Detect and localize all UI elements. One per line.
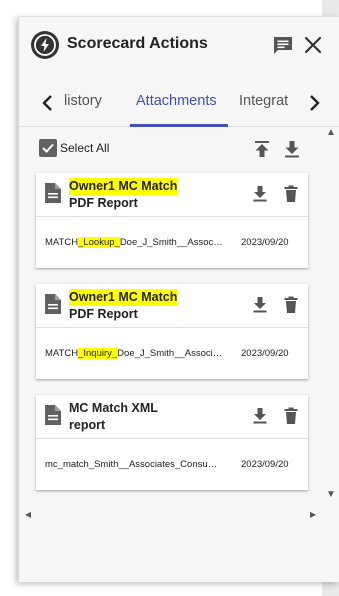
attachments-toolbar: Select All <box>19 135 339 165</box>
download-icon[interactable] <box>250 406 270 426</box>
tab-attachments-label: Attachments <box>136 93 217 109</box>
attachment-title-line1: Owner1 MC Match <box>69 178 178 195</box>
attachment-filename: MATCH_Inquiry_Doe_J_Smith__Associates_Co… <box>45 348 223 359</box>
attachment-title-line2: PDF Report <box>69 196 138 210</box>
attachment-title-line2: report <box>69 418 106 432</box>
active-tab-indicator <box>130 124 228 127</box>
filename-suffix: Doe_J_Smith__Associates_Consumer <box>117 348 223 359</box>
attachment-title-line1: Owner1 MC Match <box>69 289 178 306</box>
attachment-title-line2: PDF Report <box>69 307 138 321</box>
scroll-down-arrow[interactable]: ▼ <box>326 489 336 500</box>
document-icon <box>44 182 62 204</box>
attachment-title: Owner1 MC Match PDF Report <box>69 178 178 212</box>
filename-prefix: mc_match_Smith__Associates_Consumer <box>45 459 223 470</box>
lightning-bolt-icon <box>31 31 59 59</box>
attachment-card[interactable]: Owner1 MC Match PDF Report MATCH_Inquiry… <box>36 284 308 379</box>
attachment-date: 2023/09/20 <box>241 237 289 248</box>
scroll-right-arrow[interactable]: ▸ <box>310 507 316 521</box>
attachment-card-header: MC Match XML report <box>36 395 308 439</box>
panel-header: Scorecard Actions <box>19 17 339 73</box>
tab-integrations[interactable]: Integrat <box>239 93 294 109</box>
attachment-date: 2023/09/20 <box>241 459 289 470</box>
close-icon[interactable] <box>301 33 325 57</box>
trash-icon[interactable] <box>281 406 301 426</box>
download-icon[interactable] <box>250 184 270 204</box>
filename-prefix: MATCH <box>45 237 79 248</box>
select-all-label[interactable]: Select All <box>60 141 109 155</box>
select-all-checkbox[interactable] <box>39 139 57 157</box>
attachment-card[interactable]: MC Match XML report mc_match_Smith__Asso… <box>36 395 308 490</box>
attachment-card[interactable]: Owner1 MC Match PDF Report MATCH_Lookup_… <box>36 173 308 268</box>
attachment-title: Owner1 MC Match PDF Report <box>69 289 178 323</box>
upload-icon[interactable] <box>251 138 273 160</box>
panel-title: Scorecard Actions <box>67 35 208 52</box>
scroll-left-arrow[interactable]: ◂ <box>25 507 31 521</box>
attachment-card-header: Owner1 MC Match PDF Report <box>36 173 308 217</box>
download-icon[interactable] <box>281 138 303 160</box>
scorecard-actions-panel: Scorecard Actions listory Attachments In <box>18 16 339 582</box>
tab-integrations-label: Integrat <box>239 93 289 109</box>
chevron-left-icon[interactable] <box>36 91 60 115</box>
trash-icon[interactable] <box>281 295 301 315</box>
filename-highlight: _Inquiry_ <box>78 348 118 359</box>
attachment-filename: mc_match_Smith__Associates_Consumer <box>45 459 223 470</box>
tab-attachments[interactable]: Attachments <box>136 93 217 109</box>
attachment-card-header: Owner1 MC Match PDF Report <box>36 284 308 328</box>
download-icon[interactable] <box>250 295 270 315</box>
attachment-title: MC Match XML report <box>69 400 158 434</box>
document-icon <box>44 293 62 315</box>
filename-highlight: _Lookup_ <box>78 237 120 248</box>
document-icon <box>44 404 62 426</box>
tab-bar: listory Attachments Integrat <box>19 79 339 127</box>
tab-history-label: listory <box>64 93 102 109</box>
filename-prefix: MATCH <box>45 348 79 359</box>
attachment-title-line1: MC Match XML <box>69 401 158 415</box>
tab-history[interactable]: listory <box>64 93 112 109</box>
attachment-date: 2023/09/20 <box>241 348 289 359</box>
trash-icon[interactable] <box>281 184 301 204</box>
attachment-filename: MATCH_Lookup_Doe_J_Smith__Associates_Con… <box>45 237 223 248</box>
chat-icon[interactable] <box>271 33 295 57</box>
filename-suffix: Doe_J_Smith__Associates_Consumer <box>119 237 223 248</box>
chevron-right-icon[interactable] <box>302 91 326 115</box>
